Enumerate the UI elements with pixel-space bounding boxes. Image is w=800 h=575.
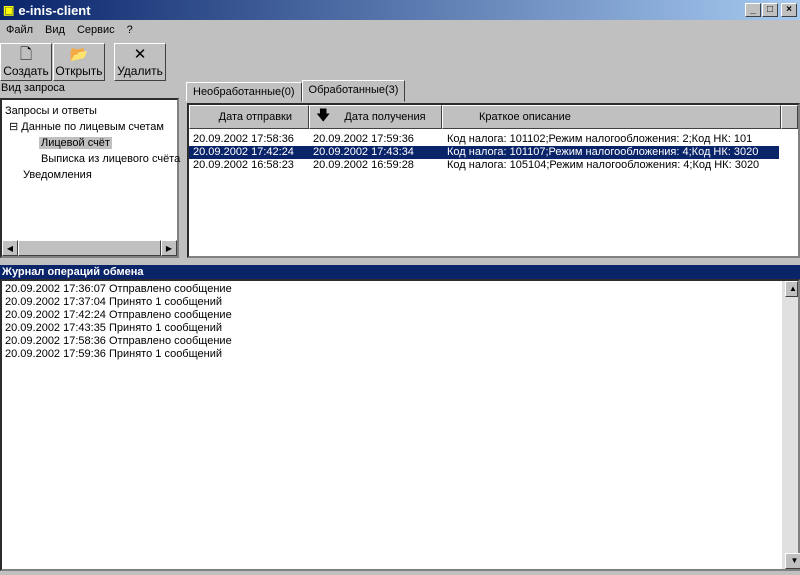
tree-label: Лицевой счёт (39, 137, 112, 149)
cell-description: Код налога: 105104;Режим налогообложения… (447, 159, 760, 171)
cell-description: Код налога: 101107;Режим налогообложения… (447, 146, 759, 158)
cell-received: 20.09.2002 17:43:34 (313, 146, 414, 158)
menu-bar: Файл Вид Сервис ? (0, 20, 139, 40)
app-icon: ▣ (3, 3, 15, 17)
menu-help[interactable]: ? (121, 24, 139, 36)
table-row[interactable]: 20.09.2002 16:58:23 20.09.2002 16:59:28 Ко… (189, 159, 798, 172)
create-button[interactable]: 🗋 Создать (0, 43, 52, 81)
tree-item-statement[interactable]: Выписка из лицевого счёта (5, 151, 180, 167)
maximize-button[interactable]: □ (762, 3, 778, 17)
cell-sent: 20.09.2002 17:58:36 (193, 133, 294, 145)
new-document-icon: 🗋 (19, 46, 33, 63)
tree-item-account[interactable]: Лицевой счёт (5, 135, 174, 151)
cell-sent: 20.09.2002 17:42:24 (193, 146, 294, 158)
messages-table[interactable]: Дата отправки 🡇 Дата получения Краткое оп… (187, 103, 800, 258)
minimize-button[interactable]: _ (745, 3, 761, 17)
delete-x-icon: ✕ (133, 46, 147, 63)
open-button[interactable]: 📂 Открыть (53, 43, 105, 81)
menu-service[interactable]: Сервис (71, 24, 121, 36)
log-entry: 20.09.2002 17:58:36 Отправлено сообщение (5, 335, 232, 347)
left-panel-title: Вид запроса (1, 82, 65, 94)
table-row[interactable]: 20.09.2002 17:58:36 20.09.2002 17:59:36 Ко… (189, 133, 798, 146)
exchange-log[interactable]: 20.09.2002 17:36:07 Отправлено сообщение… (0, 279, 800, 571)
menu-view[interactable]: Вид (39, 24, 71, 36)
collapse-icon[interactable]: ⊟ (9, 121, 18, 133)
tab-unprocessed[interactable]: Необработанные(0) (186, 82, 302, 102)
tree-item-notifications[interactable]: Уведомления (5, 167, 174, 183)
window-title: e-inis-client (18, 2, 91, 18)
log-title: Журнал операций обмена (0, 265, 800, 279)
column-received-date[interactable]: 🡇 Дата получения (309, 105, 442, 129)
column-label: Дата получения (344, 111, 426, 123)
column-description[interactable]: Краткое описание (442, 105, 781, 129)
sort-down-icon: 🡇 (316, 107, 331, 123)
log-entry: 20.09.2002 17:37:04 Принято 1 сообщений (5, 296, 223, 308)
log-entry: 20.09.2002 17:43:35 Принято 1 сообщений (5, 322, 223, 334)
table-row-selected[interactable]: 20.09.2002 17:42:24 20.09.2002 17:43:34 Ко… (189, 146, 779, 159)
scroll-down-icon[interactable]: ▼ (785, 553, 800, 569)
title-bar: ▣ e-inis-client _ □ × (0, 0, 800, 20)
scroll-left-icon[interactable]: ◀ (2, 240, 18, 256)
scroll-right-icon[interactable]: ▶ (161, 240, 177, 256)
tree-item-requests[interactable]: Запросы и ответы (5, 103, 174, 119)
tab-processed[interactable]: Обработанные(3) (301, 80, 406, 102)
log-entry: 20.09.2002 17:36:07 Отправлено сообщение (5, 283, 232, 295)
tab-strip: Необработанные(0) Обработанные(3) (186, 80, 406, 102)
vertical-scrollbar[interactable]: ▲ ▼ (782, 281, 800, 569)
menu-file[interactable]: Файл (0, 24, 39, 36)
cell-received: 20.09.2002 17:59:36 (313, 133, 414, 145)
create-label: Создать (3, 64, 49, 78)
horizontal-scrollbar[interactable]: ◀ ▶ (2, 240, 177, 256)
close-button[interactable]: × (781, 3, 797, 17)
delete-label: Удалить (117, 64, 163, 78)
cell-description: Код налога: 101102;Режим налогообложения… (447, 133, 753, 145)
cell-sent: 20.09.2002 16:58:23 (193, 159, 294, 171)
scroll-thumb[interactable] (18, 240, 161, 256)
log-entry: 20.09.2002 17:59:36 Принято 1 сообщений (5, 348, 223, 360)
cell-received: 20.09.2002 16:59:28 (313, 159, 414, 171)
open-folder-icon: 📂 (69, 46, 89, 63)
delete-button[interactable]: ✕ Удалить (114, 43, 166, 81)
log-entry: 20.09.2002 17:42:24 Отправлено сообщение (5, 309, 232, 321)
tree-item-accounts[interactable]: ⊟ Данные по лицевым счетам (5, 119, 174, 135)
scroll-up-icon[interactable]: ▲ (785, 281, 798, 297)
open-label: Открыть (55, 64, 103, 78)
column-sent-date[interactable]: Дата отправки (189, 105, 309, 129)
request-tree[interactable]: Запросы и ответы ⊟ Данные по лицевым сче… (0, 98, 180, 258)
tree-label: Данные по лицевым счетам (21, 121, 164, 133)
